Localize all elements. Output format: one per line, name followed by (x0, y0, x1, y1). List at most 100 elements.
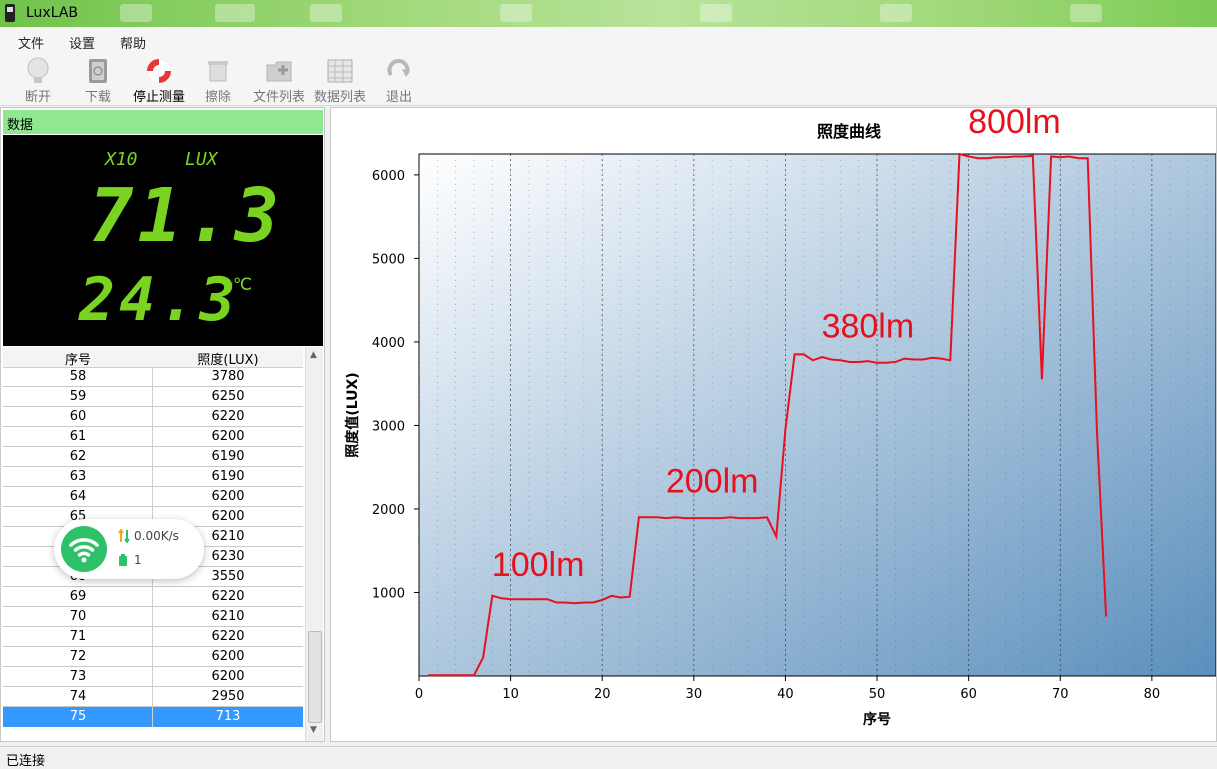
bulb-icon (24, 57, 52, 85)
column-header-index[interactable]: 序号 (3, 349, 153, 368)
table-row[interactable]: 74 2950 (3, 687, 303, 707)
x-tick-label: 70 (1052, 687, 1069, 702)
transfer-icon (118, 528, 130, 547)
menu-file[interactable]: 文件 (18, 33, 44, 52)
wifi-icon (61, 526, 107, 572)
file-list-button[interactable]: 文件列表 (250, 55, 308, 105)
data-panel-header: 数据 (3, 110, 323, 134)
lux-value: 71.3 (89, 173, 284, 259)
table-row[interactable]: 61 6200 (3, 427, 303, 447)
y-tick-label: 4000 (372, 336, 405, 351)
table-row[interactable]: 71 6220 (3, 627, 303, 647)
row-lux: 6200 (211, 429, 245, 444)
row-index: 64 (69, 489, 87, 504)
download-button[interactable]: 下载 (80, 55, 116, 105)
taskbar-thumb (700, 4, 732, 22)
table-row[interactable]: 70 6210 (3, 607, 303, 627)
y-axis-label: 照度值(LUX) (344, 372, 361, 457)
y-tick-label: 3000 (372, 419, 405, 434)
scroll-down-icon[interactable]: ▼ (310, 725, 317, 735)
annotation-label: 800lm (968, 108, 1061, 141)
table-row[interactable]: 64 6200 (3, 487, 303, 507)
table-row[interactable]: 59 6250 (3, 387, 303, 407)
connection-status: 已连接 (6, 754, 46, 769)
app-icon (5, 4, 15, 22)
row-index: 69 (69, 589, 87, 604)
menu-help[interactable]: 帮助 (120, 33, 146, 52)
table-row[interactable]: 72 6200 (3, 647, 303, 667)
row-lux: 713 (215, 709, 241, 724)
table-row[interactable]: 58 3780 (3, 367, 303, 387)
device-count: 1 (134, 553, 142, 567)
multiplier-label: X10 (105, 149, 138, 170)
taskbar-thumb (1070, 4, 1102, 22)
table-icon (326, 57, 354, 85)
network-speed: 0.00K/s (134, 529, 179, 543)
x-tick-label: 80 (1144, 687, 1161, 702)
disconnect-button[interactable]: 断开 (18, 55, 58, 105)
exit-button[interactable]: 退出 (381, 55, 417, 105)
taskbar-thumb (310, 4, 342, 22)
x-tick-label: 40 (777, 687, 794, 702)
row-lux: 3780 (211, 369, 245, 384)
lifebuoy-icon (145, 57, 173, 85)
network-widget[interactable]: 0.00K/s 1 (54, 519, 204, 579)
row-lux: 6190 (211, 469, 245, 484)
exit-arrow-icon (385, 57, 413, 85)
menu-settings[interactable]: 设置 (69, 33, 95, 52)
row-index: 71 (69, 629, 87, 644)
temp-unit-label: ℃ (233, 275, 253, 295)
taskbar-thumb (215, 4, 255, 22)
data-list-button[interactable]: 数据列表 (311, 55, 369, 105)
stop-measure-button[interactable]: 停止测量 (128, 55, 190, 105)
menu-bar: 文件 设置 帮助 (0, 27, 1217, 53)
temperature-value: 24.3 (79, 265, 240, 335)
book-download-icon (84, 57, 112, 85)
status-bar: 已连接 (0, 746, 1217, 769)
table-row[interactable]: 73 6200 (3, 667, 303, 687)
row-index: 75 (69, 709, 87, 724)
row-index: 60 (69, 409, 87, 424)
toolbar: 断开 下载 停止测量 擦除 文件列表 数据列表 退出 (0, 53, 1217, 106)
table-row[interactable]: 69 6220 (3, 587, 303, 607)
lux-display: X10 LUX 71.3 24.3 ℃ (3, 135, 323, 346)
scroll-up-icon[interactable]: ▲ (310, 350, 317, 360)
taskbar-thumb (120, 4, 152, 22)
row-lux: 2950 (211, 689, 245, 704)
y-axis-ticks: 1000 2000 3000 4000 5000 6000 (372, 169, 419, 601)
table-row[interactable]: 75 713 (3, 707, 303, 727)
x-axis-ticks: 0 10 20 30 40 50 60 70 80 (415, 676, 1160, 702)
x-tick-label: 30 (686, 687, 703, 702)
row-lux: 6200 (211, 669, 245, 684)
x-tick-label: 60 (960, 687, 977, 702)
y-tick-label: 1000 (372, 586, 405, 601)
device-icon (118, 553, 128, 571)
row-index: 73 (69, 669, 87, 684)
table-row[interactable]: 63 6190 (3, 467, 303, 487)
y-tick-label: 5000 (372, 252, 405, 267)
row-index: 72 (69, 649, 87, 664)
unit-label: LUX (185, 149, 218, 170)
window-title: LuxLAB (26, 5, 79, 21)
row-index: 70 (69, 609, 87, 624)
folder-plus-icon (265, 57, 293, 85)
table-row[interactable]: 62 6190 (3, 447, 303, 467)
row-lux: 6220 (211, 409, 245, 424)
column-header-lux[interactable]: 照度(LUX) (153, 349, 303, 368)
annotation-label: 200lm (666, 462, 759, 500)
table-row[interactable]: 60 6220 (3, 407, 303, 427)
x-tick-label: 0 (415, 687, 423, 702)
scroll-thumb[interactable] (308, 631, 322, 723)
annotation-label: 380lm (822, 308, 915, 346)
eraser-icon (204, 57, 232, 85)
taskbar-thumb (880, 4, 912, 22)
erase-button[interactable]: 擦除 (200, 55, 236, 105)
row-lux: 6220 (211, 629, 245, 644)
lux-chart: 照度曲线 0 10 20 30 40 50 60 70 80 1000 2000 3000 4000 5… (344, 103, 1217, 728)
row-lux: 6250 (211, 389, 245, 404)
row-index: 61 (69, 429, 87, 444)
data-panel: 数据 X10 LUX 71.3 24.3 ℃ 序号 照度(LUX) 58 3780… (0, 107, 325, 742)
row-lux: 6210 (211, 609, 245, 624)
vertical-scrollbar[interactable]: ▲ ▼ (305, 347, 323, 741)
y-tick-label: 2000 (372, 503, 405, 518)
